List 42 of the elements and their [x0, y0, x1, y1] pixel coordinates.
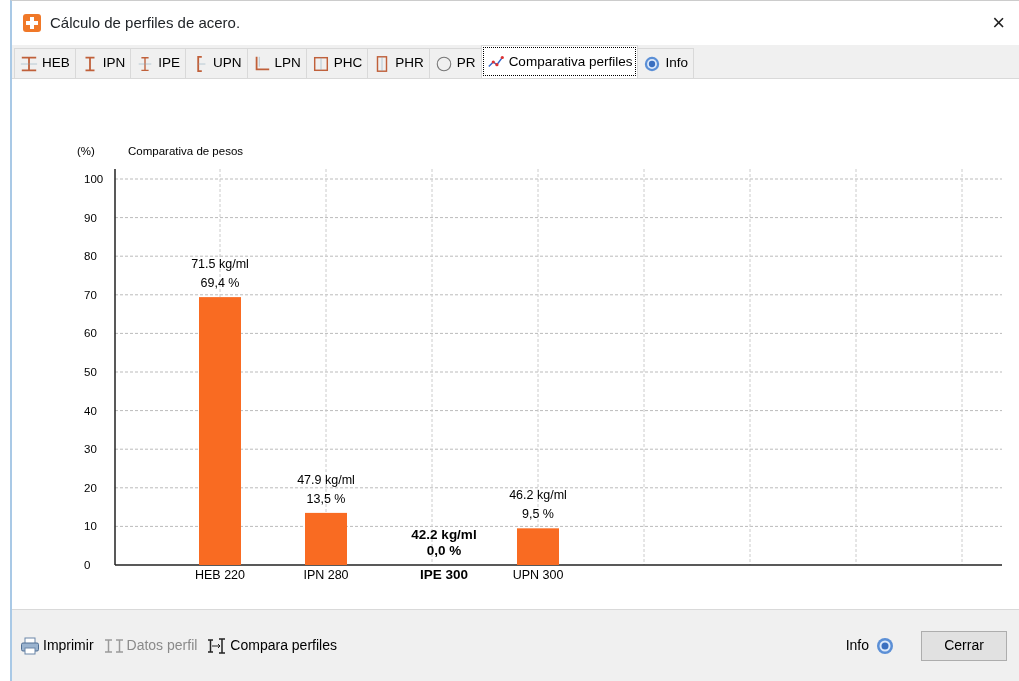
axis-tick-label: 20 — [84, 481, 97, 494]
toolbar-button[interactable]: Compara perfiles — [205, 635, 339, 656]
close-dialog-button[interactable]: Cerrar — [921, 630, 1007, 661]
category-label: IPE 300 — [420, 567, 468, 582]
weight-label: 42.2 kg/ml — [411, 527, 477, 542]
tab[interactable]: Comparativa perfiles — [480, 45, 639, 78]
printer-icon — [20, 635, 40, 656]
axis-tick-label: 0 — [84, 559, 91, 571]
bar — [305, 512, 347, 565]
weight-label: 47.9 kg/ml — [297, 472, 355, 487]
percent-label: 69,4 % — [200, 276, 240, 291]
axis-tick-label: 70 — [84, 288, 97, 301]
category-label: HEB 220 — [195, 568, 245, 582]
square-tube-icon — [311, 54, 330, 73]
axis-tick-label: 30 — [84, 443, 97, 456]
weight-label: 71.5 kg/ml — [191, 257, 249, 272]
axis-tick-label: 100 — [84, 173, 104, 185]
axis-tick-label: 40 — [84, 404, 97, 417]
info-button[interactable]: Info — [845, 635, 895, 656]
toolbar-button[interactable]: Imprimir — [18, 635, 96, 656]
weight-label: 46.2 kg/ml — [509, 488, 567, 503]
percent-label: 0,0 % — [426, 543, 462, 558]
axis-label: (%) — [77, 145, 95, 157]
beam-arrow-icon — [207, 635, 228, 656]
axis-tick-label: 60 — [84, 327, 97, 340]
category-label: UPN 300 — [512, 568, 564, 582]
axis-tick-label: 10 — [84, 520, 97, 533]
app-icon — [22, 13, 42, 33]
close-button[interactable]: × — [988, 12, 1009, 34]
i-beam-icon — [20, 54, 38, 73]
category-label: IPN 280 — [303, 568, 349, 582]
axis-tick-label: 80 — [84, 250, 97, 263]
axis-tick-label: 50 — [84, 366, 97, 378]
tab[interactable]: HEB — [14, 48, 76, 78]
window-title: Cálculo de perfiles de acero. — [50, 12, 241, 33]
chart-title: Comparativa de pesos — [128, 145, 244, 157]
percent-label: 9,5 % — [522, 507, 554, 522]
axis-tick-label: 90 — [84, 211, 97, 224]
tab[interactable]: Info — [637, 48, 694, 78]
bar — [517, 528, 559, 565]
circle-icon — [434, 54, 453, 73]
percent-label: 13,5 % — [306, 491, 346, 506]
